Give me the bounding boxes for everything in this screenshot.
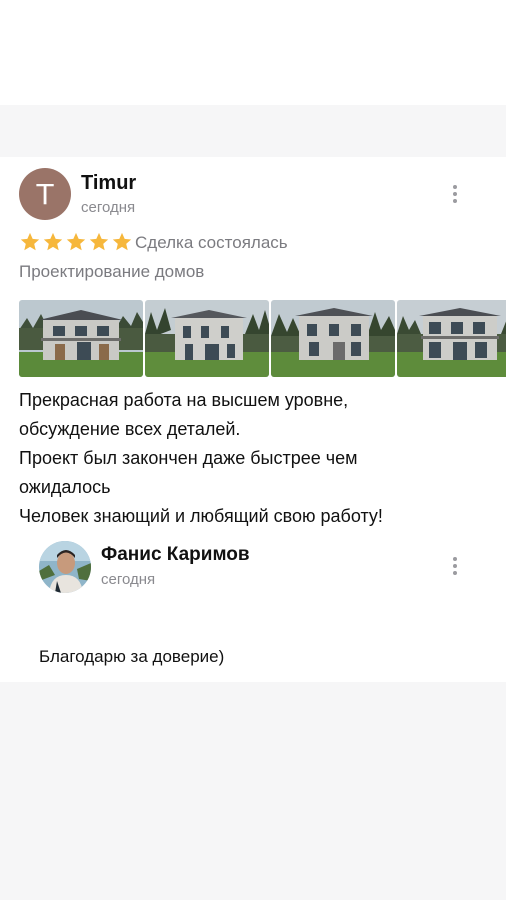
header-band [0,105,506,157]
reply-more-options-icon[interactable] [445,555,465,577]
review-photos [19,300,506,377]
review-text-line: ожидалось [19,477,111,497]
reply-date: сегодня [101,571,156,588]
review-photo-3[interactable] [271,300,395,377]
reviewer-name[interactable]: Timur [81,172,136,195]
bottom-blank-area [0,682,506,900]
review-text: Прекрасная работа на высшем уровне, обсу… [19,386,489,531]
star-icon [43,232,63,251]
top-blank-area [0,0,506,105]
star-icon [20,232,40,251]
star-icon [66,232,86,251]
review-text-line: Прекрасная работа на высшем уровне, [19,390,349,410]
star-icon [89,232,109,251]
deal-status: Сделка состоялась [135,233,288,252]
review-date: сегодня [81,199,136,216]
reply-author-name[interactable]: Фанис Каримов [101,544,250,566]
review-more-options-icon[interactable] [445,183,465,205]
review-text-line: Проект был закончен даже быстрее чем [19,448,358,468]
review-photo-4[interactable] [397,300,506,377]
rating-stars [19,231,133,253]
review-text-line: Человек знающий и любящий свою работу! [19,506,383,526]
reply-author-avatar[interactable] [39,541,91,593]
reviewer-avatar[interactable]: T [19,168,71,220]
reply-text: Благодарю за доверие) [39,647,225,666]
review-photo-2[interactable] [145,300,269,377]
review-text-line: обсуждение всех деталей. [19,419,241,439]
review-photo-1[interactable] [19,300,143,377]
service-name: Проектирование домов [19,262,205,281]
star-icon [112,232,132,251]
